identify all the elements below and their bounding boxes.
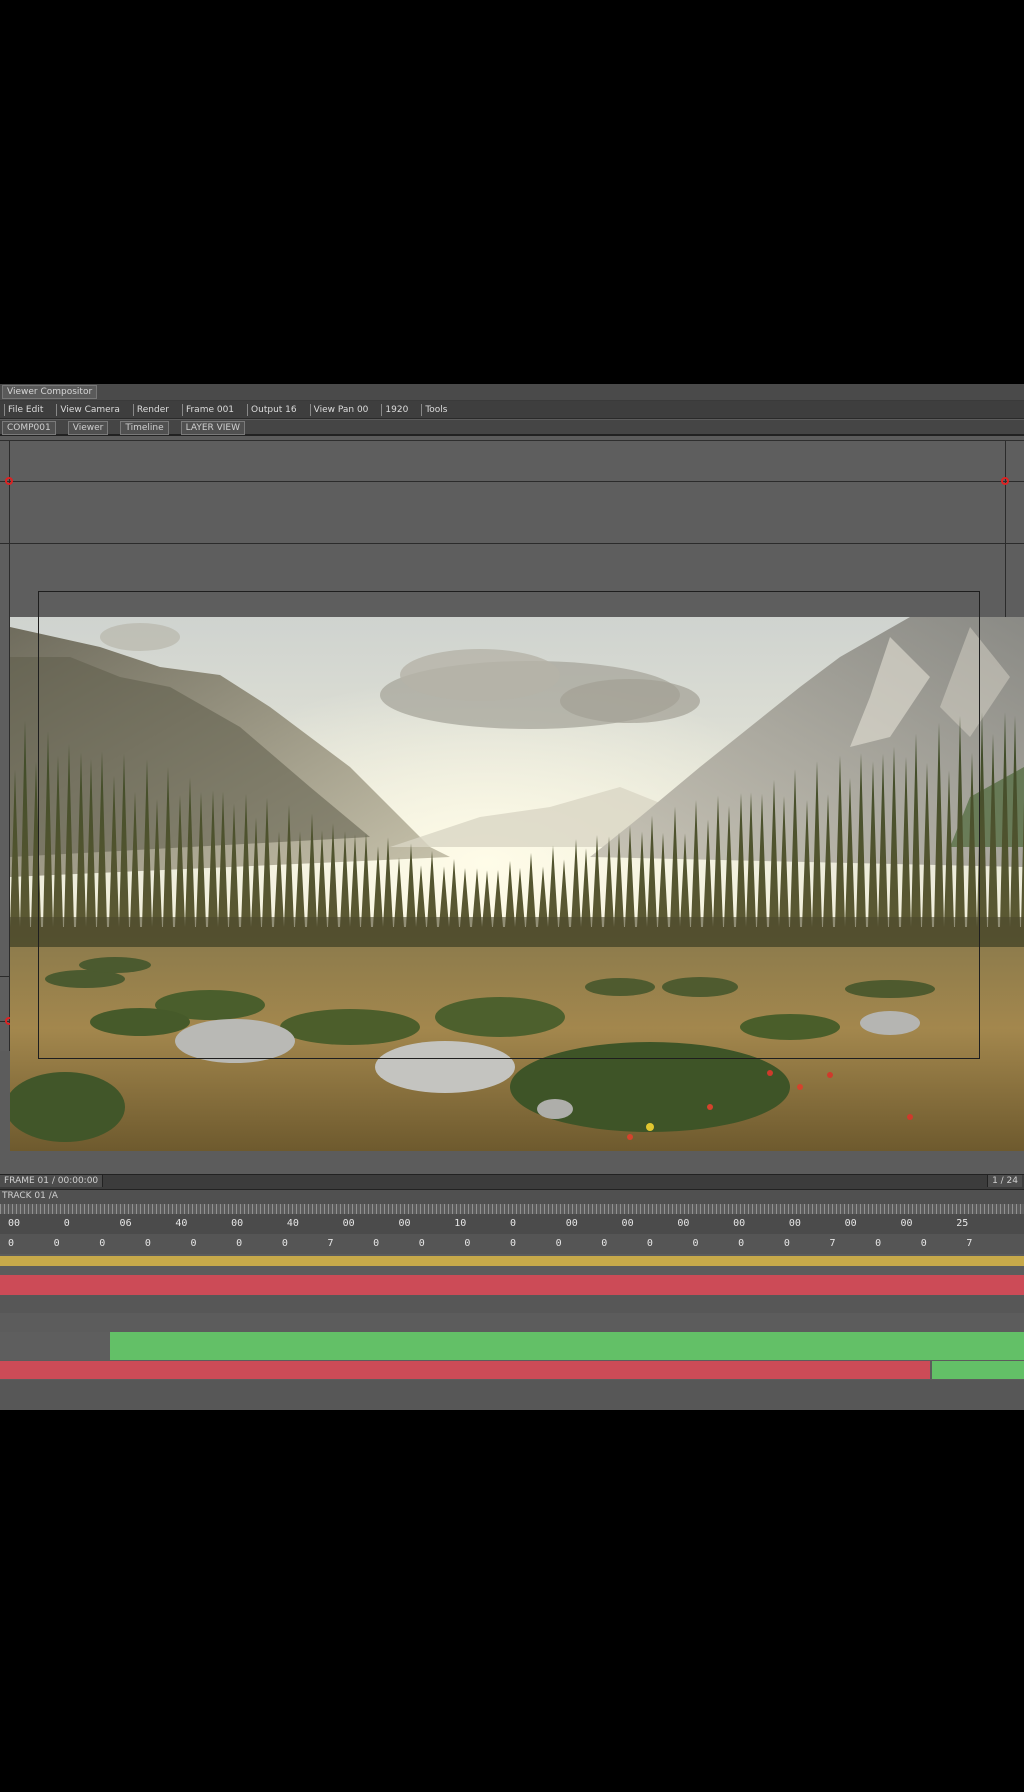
ruler-bottom-label: 0 xyxy=(53,1238,60,1249)
ruler-top-label: 00 xyxy=(231,1218,244,1229)
ruler-bottom-label: 0 xyxy=(783,1238,790,1249)
ruler-bottom-label: 0 xyxy=(144,1238,151,1249)
toolbar-item-frame[interactable]: Frame 001 xyxy=(181,403,237,416)
compositor-app: Viewer Compositor File Edit View Camera … xyxy=(0,384,1024,1410)
ruler-top-label: 00 xyxy=(788,1218,801,1229)
clip-red-top[interactable] xyxy=(0,1275,1024,1295)
ruler-bottom-label: 0 xyxy=(464,1238,471,1249)
ruler-bottom-label: 7 xyxy=(829,1238,836,1249)
transport-bar: FRAME 01 / 00:00:00 1 / 24 xyxy=(0,1174,1024,1190)
ruler-bottom-label: 0 xyxy=(920,1238,927,1249)
ruler-top-label: 0 xyxy=(510,1218,517,1229)
viewer-canvas[interactable] xyxy=(0,440,1024,1151)
tab-comp[interactable]: COMP001 xyxy=(2,421,56,435)
ruler-bottom-label: 0 xyxy=(99,1238,106,1249)
toolbar-item-view[interactable]: View Camera xyxy=(56,403,123,416)
ruler-top-label: 25 xyxy=(956,1218,969,1229)
ruler-top-label: 0 xyxy=(63,1218,70,1229)
timeline-header: TRACK 01 /A xyxy=(0,1190,1024,1204)
ruler-top-label: 00 xyxy=(342,1218,355,1229)
toolbar-item-file[interactable]: File Edit xyxy=(4,403,46,416)
ruler-bottom-label: 0 xyxy=(646,1238,653,1249)
clip-green-end[interactable] xyxy=(932,1361,1024,1379)
timeline-ruler-bottom[interactable]: 0 0 0 0 0 0 0 7 0 0 0 0 0 0 0 0 0 0 7 0 0 7 xyxy=(0,1234,1024,1254)
track-label: TRACK 01 /A xyxy=(2,1191,58,1201)
toolbar-item-output[interactable]: Output 16 xyxy=(247,403,300,416)
ruler-top-label: 00 xyxy=(8,1218,21,1229)
ruler-bottom-label: 0 xyxy=(281,1238,288,1249)
tab-bar: COMP001 Viewer Timeline LAYER VIEW xyxy=(0,420,1024,436)
ruler-ticks xyxy=(0,1204,1024,1214)
ruler-bottom-label: 0 xyxy=(190,1238,197,1249)
ruler-bottom-label: 7 xyxy=(966,1238,973,1249)
frame-counter[interactable]: 1 / 24 xyxy=(987,1175,1022,1187)
clip-yellow[interactable] xyxy=(0,1256,1024,1266)
ruler-top-label: 40 xyxy=(286,1218,299,1229)
corner-marker-top-left[interactable] xyxy=(5,477,13,485)
ruler-bottom-label: 0 xyxy=(236,1238,243,1249)
ruler-top-label: 00 xyxy=(677,1218,690,1229)
ruler-bottom-label: 0 xyxy=(373,1238,380,1249)
clip-green[interactable] xyxy=(110,1332,1024,1360)
ruler-top-label: 00 xyxy=(398,1218,411,1229)
corner-marker-top-right[interactable] xyxy=(1001,477,1009,485)
ruler-bottom-label: 0 xyxy=(738,1238,745,1249)
frame-readout: FRAME 01 / 00:00:00 xyxy=(0,1175,104,1187)
toolbar: File Edit View Camera Render Frame 001 O… xyxy=(0,401,1024,419)
ruler-top-label: 10 xyxy=(454,1218,467,1229)
ruler-bottom-label: 0 xyxy=(601,1238,608,1249)
ruler-top-label: 00 xyxy=(900,1218,913,1229)
toolbar-item-render[interactable]: Render xyxy=(132,403,172,416)
guide-line-top xyxy=(0,481,1024,482)
app-title: Viewer Compositor xyxy=(2,385,98,399)
toolbar-item-pan[interactable]: View Pan 00 xyxy=(309,403,372,416)
track-footer xyxy=(0,1380,1024,1410)
ruler-top-label: 00 xyxy=(844,1218,857,1229)
toolbar-item-resolution[interactable]: 1920 xyxy=(381,403,411,416)
ruler-bottom-label: 0 xyxy=(418,1238,425,1249)
track-empty xyxy=(0,1295,1024,1313)
ruler-bottom-label: 7 xyxy=(327,1238,334,1249)
ruler-bottom-label: 0 xyxy=(692,1238,699,1249)
ruler-top-label: 40 xyxy=(175,1218,188,1229)
tab-layer-view[interactable]: LAYER VIEW xyxy=(180,421,246,435)
guide-line-upper xyxy=(0,543,1024,544)
ruler-top-label: 00 xyxy=(733,1218,746,1229)
ruler-bottom-label: 0 xyxy=(8,1238,15,1249)
track-gap xyxy=(0,1266,1024,1270)
ruler-bottom-label: 0 xyxy=(555,1238,562,1249)
ruler-bottom-label: 0 xyxy=(875,1238,882,1249)
tab-timeline[interactable]: Timeline xyxy=(120,421,169,435)
toolbar-item-tools[interactable]: Tools xyxy=(421,403,450,416)
ruler-bottom-label: 0 xyxy=(510,1238,517,1249)
ruler-top-label: 00 xyxy=(565,1218,578,1229)
tab-viewer[interactable]: Viewer xyxy=(67,421,109,435)
render-frame xyxy=(10,617,1024,1151)
landscape-image xyxy=(10,617,1024,1151)
ruler-top-label: 06 xyxy=(119,1218,132,1229)
timeline-ruler-top[interactable]: 00 0 06 40 00 40 00 00 10 0 00 00 00 00 00 00 00 25 xyxy=(0,1214,1024,1234)
title-bar: Viewer Compositor xyxy=(0,384,1024,401)
clip-red-bottom[interactable] xyxy=(0,1361,930,1379)
ruler-top-label: 00 xyxy=(621,1218,634,1229)
